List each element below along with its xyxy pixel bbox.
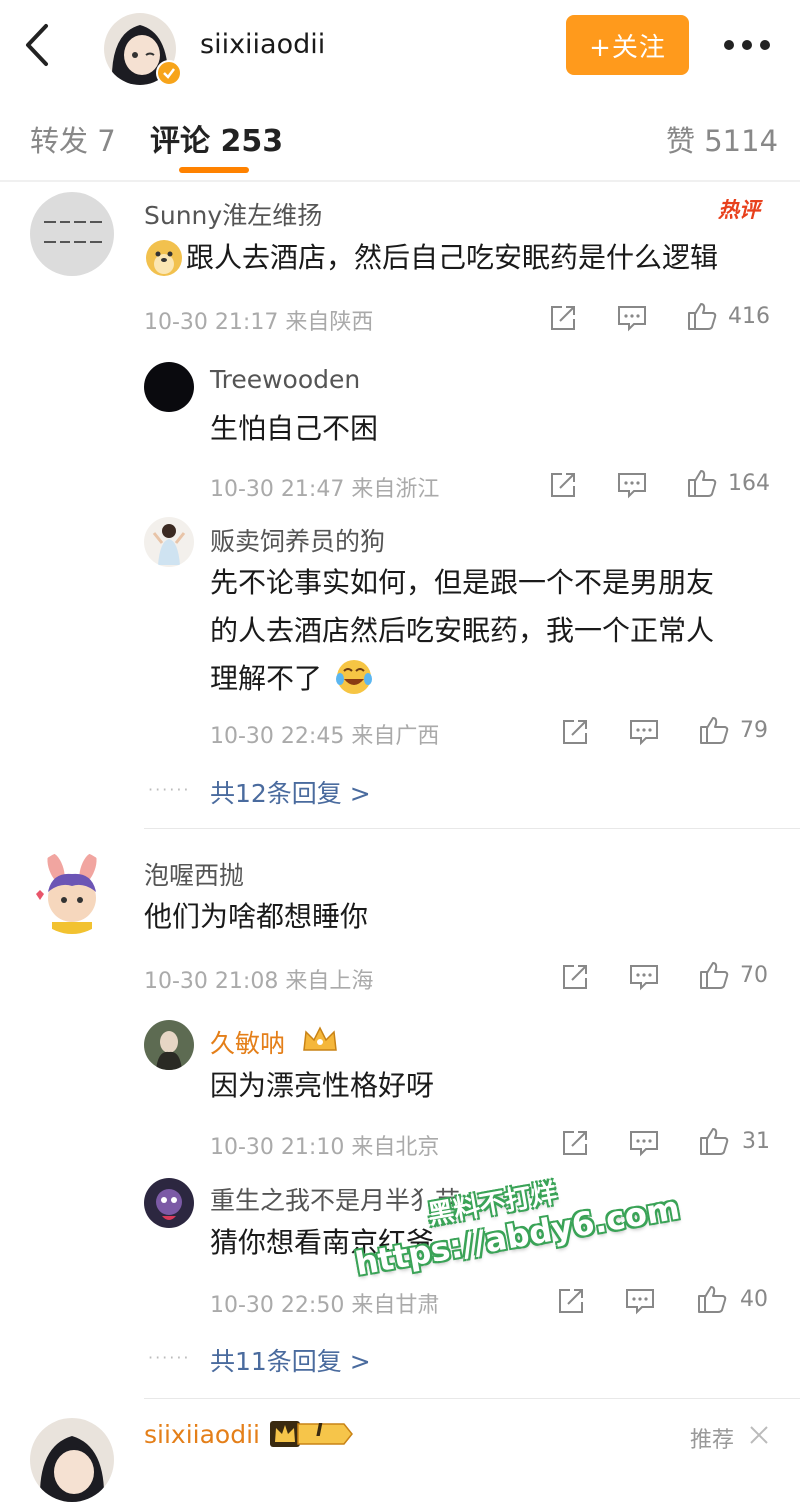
like-thumb-icon[interactable]	[698, 714, 730, 746]
membership-level-badge: I	[316, 1420, 323, 1441]
tab-divider	[0, 180, 800, 182]
laugh-cry-emoji-icon	[334, 657, 374, 697]
reply-author-name[interactable]: Treewooden	[210, 365, 360, 394]
reply-meta: 10-30 22:50 来自甘肃	[210, 1293, 440, 1318]
repost-icon[interactable]	[548, 471, 578, 499]
reply-text-line: 的人去酒店然后吃安眠药，我一个正常人	[210, 614, 715, 647]
tab-comments[interactable]: 评论 253	[150, 116, 283, 160]
header-username[interactable]: siixiiaodii	[200, 29, 325, 60]
comment-icon[interactable]	[616, 304, 648, 332]
repost-icon[interactable]	[560, 963, 590, 991]
comment-icon[interactable]	[616, 471, 648, 499]
reply-meta: 10-30 22:45 来自广西	[210, 724, 440, 749]
reply-text-line: 先不论事实如何，但是跟一个不是男朋友	[210, 566, 715, 599]
repost-icon[interactable]	[548, 304, 578, 332]
reply-meta: 10-30 21:47 来自浙江	[210, 477, 440, 502]
close-icon[interactable]	[748, 1424, 770, 1446]
avatar[interactable]	[144, 1178, 194, 1228]
like-thumb-icon[interactable]	[698, 1125, 730, 1157]
comment-icon[interactable]	[624, 1287, 656, 1315]
avatar[interactable]	[144, 1020, 194, 1070]
avatar[interactable]	[144, 517, 194, 567]
back-chevron-icon[interactable]	[18, 20, 58, 70]
reply-author-name[interactable]: 久敏呐	[210, 1024, 285, 1060]
comment-icon[interactable]	[628, 963, 660, 991]
replies-dots: ······	[148, 780, 191, 799]
comment-divider	[144, 828, 800, 829]
comment-meta: 10-30 21:08 来自上海	[144, 969, 374, 994]
commenter-name[interactable]: 泡喔西抛	[144, 856, 244, 892]
reply-text: 因为漂亮性格好呀	[210, 1069, 435, 1102]
like-count: 31	[742, 1129, 770, 1154]
repost-icon[interactable]	[560, 718, 590, 746]
follow-button[interactable]: +关注	[566, 15, 689, 75]
doge-emoji-icon	[144, 238, 184, 278]
verified-badge-icon	[156, 60, 182, 86]
view-more-replies-link[interactable]: 共12条回复 >	[210, 774, 371, 810]
like-thumb-icon[interactable]	[686, 467, 718, 499]
comment-icon[interactable]	[628, 1129, 660, 1157]
membership-crown-badge-icon	[268, 1418, 354, 1450]
more-options-icon[interactable]	[722, 38, 772, 52]
comment-icon[interactable]	[628, 718, 660, 746]
avatar[interactable]	[30, 1418, 114, 1502]
repost-icon[interactable]	[556, 1287, 586, 1315]
reply-text: 生怕自己不困	[210, 412, 379, 445]
view-more-replies-link[interactable]: 共11条回复 >	[210, 1342, 371, 1378]
comment-meta: 10-30 21:17 来自陕西	[144, 310, 374, 335]
active-tab-indicator	[179, 167, 249, 173]
like-count: 164	[728, 471, 770, 496]
commenter-name[interactable]: Sunny淮左维扬	[144, 196, 322, 232]
like-count: 416	[728, 304, 770, 329]
reply-meta: 10-30 21:10 来自北京	[210, 1135, 440, 1160]
hot-comment-badge: 热评	[718, 198, 760, 222]
comment-text: 他们为啥都想睡你	[144, 900, 369, 933]
like-count: 70	[740, 963, 768, 988]
comment-divider	[144, 1398, 800, 1399]
crown-badge-icon	[300, 1024, 340, 1054]
like-count: 40	[740, 1287, 768, 1312]
tab-likes[interactable]: 赞 5114	[666, 118, 778, 160]
recommend-label: 推荐	[690, 1428, 735, 1453]
replies-dots: ······	[148, 1348, 191, 1367]
avatar[interactable]	[144, 362, 194, 412]
avatar[interactable]	[30, 192, 114, 276]
repost-icon[interactable]	[560, 1129, 590, 1157]
like-thumb-icon[interactable]	[698, 959, 730, 991]
like-thumb-icon[interactable]	[696, 1283, 728, 1315]
reply-text-line: 理解不了	[210, 662, 323, 695]
watermark: 黑料不打烊 https://abdy6.com	[346, 1152, 682, 1283]
reply-author-name[interactable]: 贩卖饲养员的狗	[210, 522, 385, 558]
like-thumb-icon[interactable]	[686, 300, 718, 332]
comment-text: 跟人去酒店，然后自己吃安眠药是什么逻辑	[186, 241, 719, 274]
commenter-name[interactable]: siixiiaodii	[144, 1420, 260, 1449]
like-count: 79	[740, 718, 768, 743]
avatar[interactable]	[30, 850, 114, 934]
tab-repost[interactable]: 转发 7	[30, 118, 116, 160]
